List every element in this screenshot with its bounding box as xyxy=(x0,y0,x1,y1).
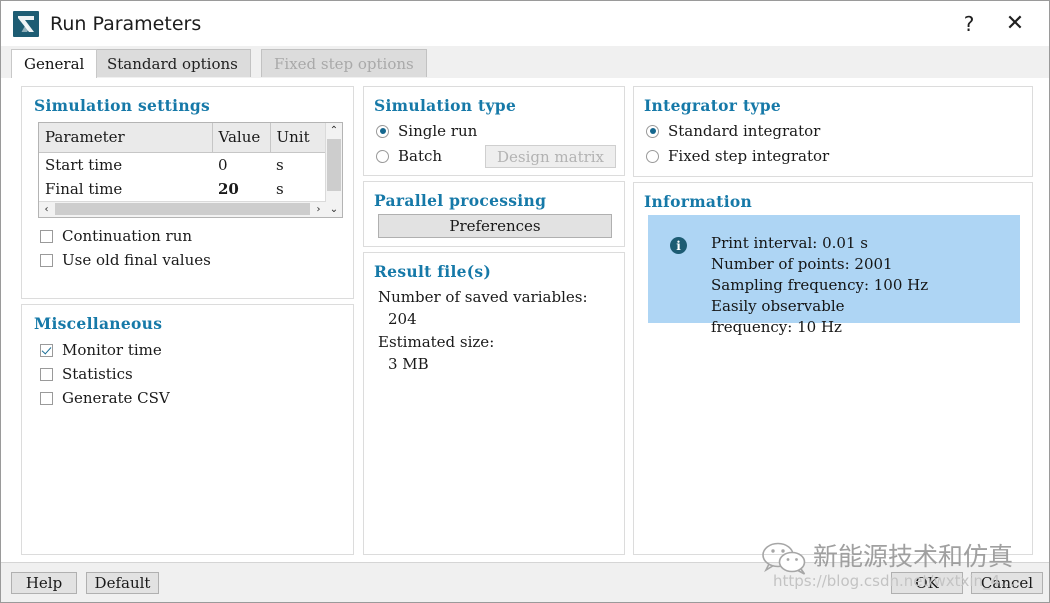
information-lines: Print interval: 0.01 s Number of points:… xyxy=(711,233,928,338)
table-row[interactable]: Start time 0 s xyxy=(39,153,326,178)
vertical-scroll-thumb[interactable] xyxy=(327,139,341,191)
info-line-sampling-frequency: Sampling frequency: 100 Hz xyxy=(711,275,928,296)
column-header-unit[interactable]: Unit xyxy=(270,123,326,153)
table-vertical-scrollbar[interactable]: ⌃ ⌄ xyxy=(325,123,342,217)
information-group: Information i Print interval: 0.01 s Num… xyxy=(633,182,1033,555)
dialog-content: Simulation settings Parameter Value Unit xyxy=(1,78,1050,565)
tab-fixed-step-options: Fixed step options xyxy=(261,49,427,77)
close-icon[interactable]: ✕ xyxy=(992,1,1038,46)
integrator-type-group: Integrator type Standard integrator Fixe… xyxy=(633,86,1033,177)
information-panel: i Print interval: 0.01 s Number of point… xyxy=(648,215,1020,323)
column-header-value[interactable]: Value xyxy=(212,123,270,153)
help-icon[interactable]: ? xyxy=(946,1,992,46)
checkbox-use-old-final-values-label: Use old final values xyxy=(62,251,211,269)
radio-standard-integrator-label: Standard integrator xyxy=(668,122,820,140)
design-matrix-button: Design matrix xyxy=(485,145,616,168)
ok-button[interactable]: OK xyxy=(891,572,963,594)
integrator-type-title: Integrator type xyxy=(644,96,781,115)
estimated-size-value: 3 MB xyxy=(388,355,429,373)
checkbox-continuation-run[interactable]: Continuation run xyxy=(40,227,192,245)
parallel-processing-title: Parallel processing xyxy=(374,191,546,210)
radio-fixed-step-integrator[interactable]: Fixed step integrator xyxy=(646,147,829,165)
default-button[interactable]: Default xyxy=(86,572,159,594)
scroll-down-icon[interactable]: ⌄ xyxy=(326,202,342,217)
checkbox-monitor-time[interactable]: Monitor time xyxy=(40,341,162,359)
cell-unit[interactable]: s xyxy=(270,177,326,201)
simulation-type-title: Simulation type xyxy=(374,96,516,115)
cancel-button[interactable]: Cancel xyxy=(971,572,1043,594)
info-icon: i xyxy=(670,237,687,254)
help-button[interactable]: Help xyxy=(11,572,77,594)
checkbox-use-old-final-values-box[interactable] xyxy=(40,254,53,267)
radio-batch[interactable]: Batch xyxy=(376,147,442,165)
miscellaneous-group: Miscellaneous Monitor time Statistics Ge… xyxy=(21,304,354,555)
radio-standard-integrator[interactable]: Standard integrator xyxy=(646,122,820,140)
checkbox-generate-csv[interactable]: Generate CSV xyxy=(40,389,170,407)
table-horizontal-scrollbar[interactable]: ‹ › xyxy=(39,201,326,217)
simulation-type-group: Simulation type Single run Batch Design … xyxy=(363,86,625,176)
tab-bar: General Standard options Fixed step opti… xyxy=(1,46,1050,79)
radio-fixed-step-integrator-label: Fixed step integrator xyxy=(668,147,829,165)
tab-standard-options[interactable]: Standard options xyxy=(94,49,251,77)
estimated-size-label: Estimated size: xyxy=(378,333,494,351)
scroll-right-icon[interactable]: › xyxy=(311,202,326,216)
checkbox-statistics-label: Statistics xyxy=(62,365,133,383)
radio-single-run[interactable]: Single run xyxy=(376,122,477,140)
radio-fixed-step-integrator-box[interactable] xyxy=(646,150,659,163)
cell-value[interactable]: 0 xyxy=(212,153,270,178)
scroll-up-icon[interactable]: ⌃ xyxy=(326,123,342,138)
info-line-print-interval: Print interval: 0.01 s xyxy=(711,233,928,254)
horizontal-scroll-thumb[interactable] xyxy=(55,203,310,215)
radio-batch-box[interactable] xyxy=(376,150,389,163)
radio-single-run-box[interactable] xyxy=(376,125,389,138)
cell-parameter[interactable]: Start time xyxy=(39,153,212,178)
info-line-observable-frequency: Easily observable frequency: 10 Hz xyxy=(711,296,926,338)
dialog-footer: Help Default OK Cancel xyxy=(1,562,1050,602)
result-files-title: Result file(s) xyxy=(374,262,491,281)
cell-value[interactable]: 20 xyxy=(212,177,270,201)
parameters-table[interactable]: Parameter Value Unit Start time 0 s Fina… xyxy=(38,122,343,218)
saved-variables-label: Number of saved variables: xyxy=(378,288,588,306)
table-row[interactable]: Final time 20 s xyxy=(39,177,326,201)
cell-unit[interactable]: s xyxy=(270,153,326,178)
preferences-button[interactable]: Preferences xyxy=(378,214,612,238)
radio-batch-label: Batch xyxy=(398,147,442,165)
parallel-processing-group: Parallel processing Preferences xyxy=(363,181,625,247)
simulation-settings-title: Simulation settings xyxy=(34,96,210,115)
cell-parameter[interactable]: Final time xyxy=(39,177,212,201)
information-title: Information xyxy=(644,192,752,211)
checkbox-continuation-run-box[interactable] xyxy=(40,230,53,243)
tab-general[interactable]: General xyxy=(11,49,97,78)
radio-single-run-label: Single run xyxy=(398,122,477,140)
saved-variables-value: 204 xyxy=(388,310,417,328)
checkbox-generate-csv-box[interactable] xyxy=(40,392,53,405)
info-line-number-of-points: Number of points: 2001 xyxy=(711,254,928,275)
checkbox-monitor-time-box[interactable] xyxy=(40,344,53,357)
app-icon xyxy=(13,11,39,37)
result-files-group: Result file(s) Number of saved variables… xyxy=(363,252,625,555)
checkbox-generate-csv-label: Generate CSV xyxy=(62,389,170,407)
run-parameters-dialog: Run Parameters ? ✕ General Standard opti… xyxy=(0,0,1050,603)
simulation-settings-group: Simulation settings Parameter Value Unit xyxy=(21,86,354,299)
checkbox-continuation-run-label: Continuation run xyxy=(62,227,192,245)
checkbox-use-old-final-values[interactable]: Use old final values xyxy=(40,251,211,269)
table-header-row: Parameter Value Unit xyxy=(39,123,326,153)
radio-standard-integrator-box[interactable] xyxy=(646,125,659,138)
window-title: Run Parameters xyxy=(50,13,201,35)
checkbox-statistics-box[interactable] xyxy=(40,368,53,381)
column-header-parameter[interactable]: Parameter xyxy=(39,123,212,153)
app-logo-glyph xyxy=(13,11,39,37)
scroll-left-icon[interactable]: ‹ xyxy=(39,202,54,216)
checkbox-statistics[interactable]: Statistics xyxy=(40,365,133,383)
title-bar: Run Parameters ? ✕ xyxy=(1,1,1050,46)
checkbox-monitor-time-label: Monitor time xyxy=(62,341,162,359)
miscellaneous-title: Miscellaneous xyxy=(34,314,162,333)
